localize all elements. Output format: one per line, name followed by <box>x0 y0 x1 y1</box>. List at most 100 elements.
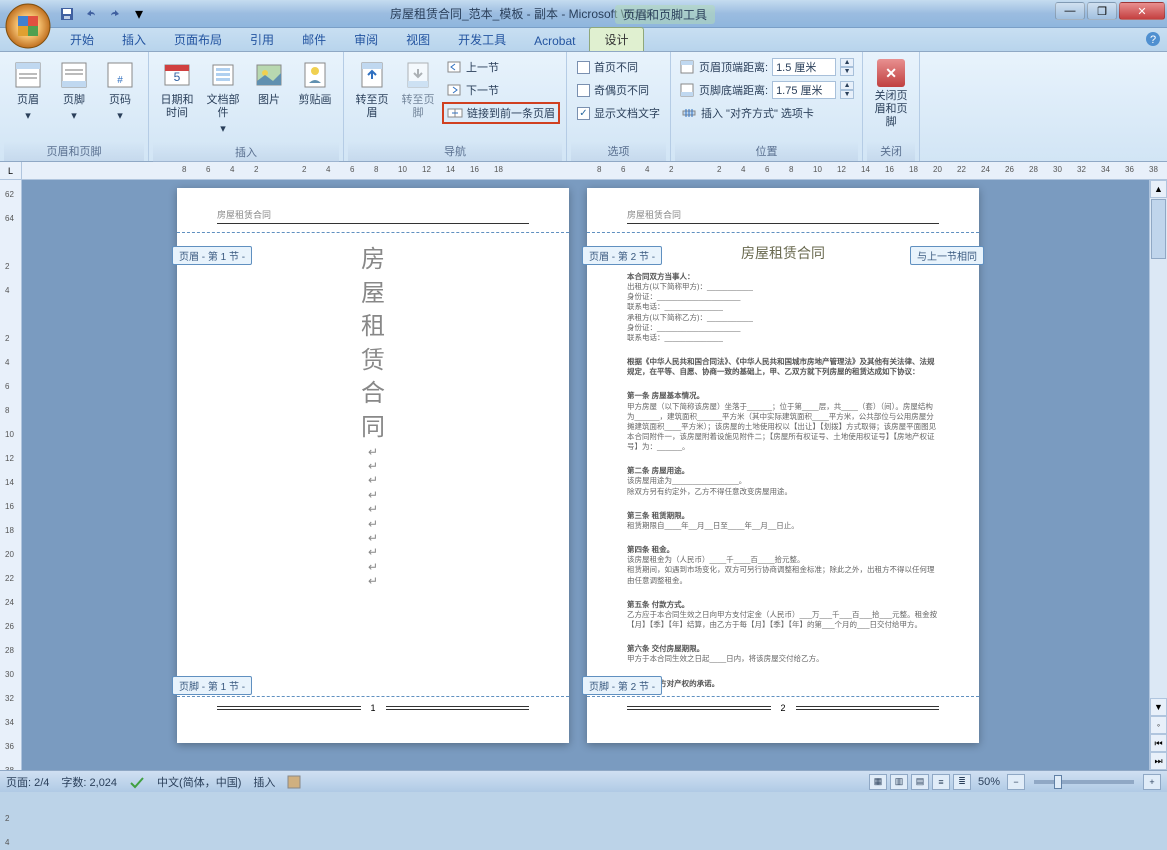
header-distance-spinner[interactable]: ▲▼ <box>840 58 854 76</box>
tab-acrobat[interactable]: Acrobat <box>520 31 589 51</box>
page2-footer[interactable]: 2 <box>587 696 979 743</box>
window-title: 房屋租赁合同_范本_模板 - 副本 - Microsoft Word <box>390 5 649 22</box>
status-mode[interactable]: 插入 <box>253 774 275 790</box>
tab-view[interactable]: 视图 <box>392 28 444 51</box>
tab-home[interactable]: 开始 <box>56 28 108 51</box>
footer-button[interactable]: 页脚▾ <box>52 56 96 126</box>
tab-references[interactable]: 引用 <box>236 28 288 51</box>
next-page-button[interactable]: ⏭ <box>1150 752 1167 770</box>
scroll-down-button[interactable]: ▼ <box>1150 698 1167 716</box>
group-header-footer: 页眉▾ 页脚▾ #页码▾ 页眉和页脚 <box>0 52 149 161</box>
footer-distance-input[interactable]: 1.75 厘米 <box>772 81 836 99</box>
zoom-slider[interactable] <box>1034 780 1134 784</box>
undo-button[interactable] <box>80 3 102 25</box>
tab-developer[interactable]: 开发工具 <box>444 28 520 51</box>
group-position: 页眉顶端距离: 1.5 厘米 ▲▼ 页脚底端距离: 1.75 厘米 ▲▼ 插入 … <box>671 52 863 161</box>
close-header-footer-button[interactable]: ✕关闭页眉和页脚 <box>869 56 913 133</box>
ribbon-tabs: 开始 插入 页面布局 引用 邮件 审阅 视图 开发工具 Acrobat 设计 ? <box>0 28 1167 52</box>
help-icon[interactable]: ? <box>1145 31 1161 47</box>
quick-access-toolbar: ▾ <box>56 3 150 25</box>
window-controls: — ❐ ✕ <box>1055 2 1165 20</box>
group-close: ✕关闭页眉和页脚 关闭 <box>863 52 920 161</box>
status-words[interactable]: 字数: 2,024 <box>61 774 117 790</box>
statusbar: 页面: 2/4 字数: 2,024 中文(简体，中国) 插入 ▦ ▥ ▤ ≡ ≣… <box>0 770 1167 792</box>
horizontal-ruler[interactable]: L 864224681012141618 8642246810121416182… <box>0 162 1167 180</box>
footer-distance-row: 页脚底端距离: 1.75 厘米 ▲▼ <box>677 79 856 101</box>
footer-distance-icon <box>679 82 695 98</box>
page2-same-tag: 与上一节相同 <box>910 246 984 265</box>
parts-button[interactable]: 文档部件▾ <box>201 56 245 140</box>
header-distance-input[interactable]: 1.5 厘米 <box>772 58 836 76</box>
maximize-button[interactable]: ❐ <box>1087 2 1117 20</box>
ribbon: 页眉▾ 页脚▾ #页码▾ 页眉和页脚 5日期和时间 文档部件▾ 图片 剪贴画 插… <box>0 52 1167 162</box>
header-distance-row: 页眉顶端距离: 1.5 厘米 ▲▼ <box>677 56 856 78</box>
zoom-out-button[interactable]: − <box>1007 774 1025 790</box>
page1-footer-tag: 页脚 - 第 1 节 - <box>172 676 252 695</box>
scroll-thumb[interactable] <box>1151 199 1166 259</box>
tab-mail[interactable]: 邮件 <box>288 28 340 51</box>
first-page-diff-checkbox[interactable]: 首页不同 <box>573 56 664 78</box>
footer-distance-spinner[interactable]: ▲▼ <box>840 81 854 99</box>
page1-footer[interactable]: 1 <box>177 696 569 743</box>
tab-review[interactable]: 审阅 <box>340 28 392 51</box>
picture-button[interactable]: 图片 <box>247 56 291 110</box>
group-insert: 5日期和时间 文档部件▾ 图片 剪贴画 插入 <box>149 52 344 161</box>
status-macro-icon[interactable] <box>287 775 301 789</box>
insert-align-tab-button[interactable]: 插入 "对齐方式" 选项卡 <box>677 102 856 124</box>
save-button[interactable] <box>56 3 78 25</box>
datetime-button[interactable]: 5日期和时间 <box>155 56 199 123</box>
odd-even-diff-checkbox[interactable]: 奇偶页不同 <box>573 79 664 101</box>
page2-header[interactable]: 房屋租赁合同 <box>587 188 979 233</box>
office-button[interactable] <box>4 2 52 50</box>
document-area[interactable]: 房屋租赁合同 页眉 - 第 1 节 - 房 屋 租 赁 合 同 ↵↵↵↵↵↵↵↵… <box>22 180 1149 770</box>
ruler-corner[interactable]: L <box>0 162 22 179</box>
tab-layout[interactable]: 页面布局 <box>160 28 236 51</box>
workspace: 6264242468101214161820222426283032343638… <box>0 180 1167 770</box>
qat-dropdown[interactable]: ▾ <box>128 3 150 25</box>
page1-header-tag: 页眉 - 第 1 节 - <box>172 246 252 265</box>
prev-section-button[interactable]: 上一节 <box>442 56 560 78</box>
page2-body: 房屋租赁合同 本合同双方当事人：出租方(以下简称甲方)：___________身… <box>587 233 979 699</box>
status-language[interactable]: 中文(简体，中国) <box>157 774 241 790</box>
clipart-button[interactable]: 剪贴画 <box>293 56 337 110</box>
page-number-button[interactable]: #页码▾ <box>98 56 142 126</box>
tab-design[interactable]: 设计 <box>589 27 643 51</box>
minimize-button[interactable]: — <box>1055 2 1085 20</box>
group-nav: 转至页眉 转至页脚 上一节 下一节 链接到前一条页眉 导航 <box>344 52 567 161</box>
tab-insert[interactable]: 插入 <box>108 28 160 51</box>
link-previous-button[interactable]: 链接到前一条页眉 <box>442 102 560 124</box>
scroll-up-button[interactable]: ▲ <box>1150 180 1167 198</box>
page-1: 房屋租赁合同 页眉 - 第 1 节 - 房 屋 租 赁 合 同 ↵↵↵↵↵↵↵↵… <box>177 188 569 743</box>
page2-footer-tag: 页脚 - 第 2 节 - <box>582 676 662 695</box>
status-page[interactable]: 页面: 2/4 <box>6 774 49 790</box>
svg-text:5: 5 <box>174 70 181 84</box>
vertical-ruler[interactable]: 6264242468101214161820222426283032343638… <box>0 180 22 770</box>
view-print-layout[interactable]: ▦ <box>869 774 887 790</box>
close-button[interactable]: ✕ <box>1119 2 1165 20</box>
zoom-in-button[interactable]: + <box>1143 774 1161 790</box>
page1-header[interactable]: 房屋租赁合同 <box>177 188 569 233</box>
view-web[interactable]: ▤ <box>911 774 929 790</box>
page1-body: 房 屋 租 赁 合 同 ↵↵↵↵↵↵↵↵↵↵ <box>177 233 569 598</box>
next-section-button[interactable]: 下一节 <box>442 79 560 101</box>
group-options: 首页不同 奇偶页不同 ✓显示文档文字 选项 <box>567 52 671 161</box>
zoom-percent[interactable]: 50% <box>978 776 1000 788</box>
header-distance-icon <box>679 59 695 75</box>
prev-page-button[interactable]: ⏮ <box>1150 734 1167 752</box>
page-2: 房屋租赁合同 页眉 - 第 2 节 - 与上一节相同 房屋租赁合同 本合同双方当… <box>587 188 979 743</box>
status-spellcheck-icon[interactable] <box>129 775 145 789</box>
vertical-scrollbar[interactable]: ▲ ▼ ◦ ⏮ ⏭ <box>1149 180 1167 770</box>
browse-object-button[interactable]: ◦ <box>1150 716 1167 734</box>
context-tab-label: 页眉和页脚工具 <box>615 5 715 24</box>
view-draft[interactable]: ≣ <box>953 774 971 790</box>
header-button[interactable]: 页眉▾ <box>6 56 50 126</box>
goto-footer-button[interactable]: 转至页脚 <box>396 56 440 123</box>
svg-text:#: # <box>117 75 123 86</box>
page2-header-tag: 页眉 - 第 2 节 - <box>582 246 662 265</box>
view-full-screen[interactable]: ▥ <box>890 774 908 790</box>
view-outline[interactable]: ≡ <box>932 774 950 790</box>
show-doc-text-checkbox[interactable]: ✓显示文档文字 <box>573 102 664 124</box>
svg-text:?: ? <box>1150 34 1156 46</box>
goto-header-button[interactable]: 转至页眉 <box>350 56 394 123</box>
redo-button[interactable] <box>104 3 126 25</box>
